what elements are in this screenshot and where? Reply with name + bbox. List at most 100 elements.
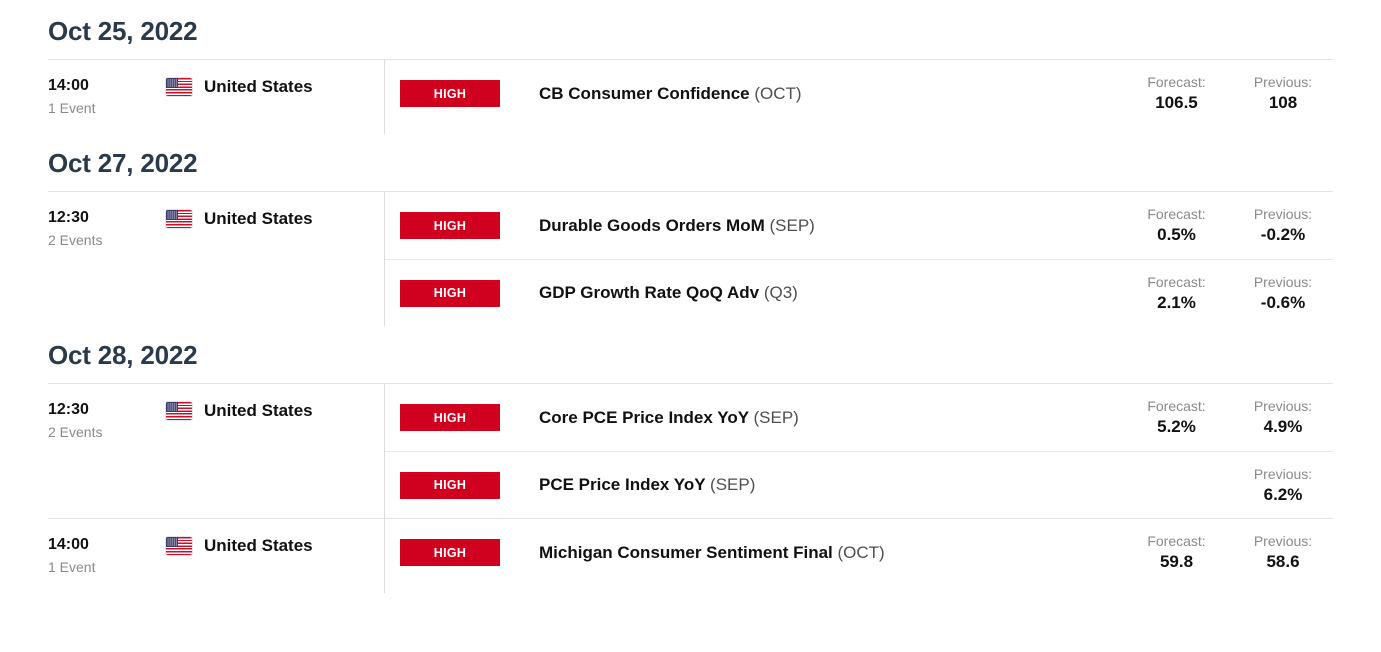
previous-cell: Previous: 6.2% bbox=[1233, 465, 1333, 506]
event-row: HIGHPCE Price Index YoY (SEP)Forecast:Fo… bbox=[385, 451, 1333, 518]
country-name: United States bbox=[204, 209, 313, 228]
date-group: Oct 27, 2022 12:30 2 Events United States HI… bbox=[48, 134, 1333, 326]
date-group-header: Oct 25, 2022 bbox=[48, 16, 198, 46]
time-block: 12:30 2 Events bbox=[48, 208, 166, 250]
event-time: 14:00 bbox=[48, 536, 89, 553]
event-name-text: PCE Price Index YoY bbox=[539, 475, 706, 494]
event-period: (OCT) bbox=[754, 83, 802, 103]
event-period: (OCT) bbox=[837, 542, 885, 562]
event-name-text: CB Consumer Confidence bbox=[539, 83, 750, 103]
forecast-cell: Forecast: 106.5 bbox=[1120, 73, 1233, 114]
event-period: (Q3) bbox=[763, 283, 798, 302]
previous-value: -0.6% bbox=[1260, 292, 1306, 312]
event-values: Forecast:Forecast: Previous: 6.2% bbox=[1120, 465, 1333, 506]
forecast-cell: Forecast:Forecast: bbox=[1120, 465, 1233, 506]
previous-label: Previous: bbox=[1253, 398, 1313, 414]
previous-cell: Previous: -0.6% bbox=[1233, 273, 1333, 314]
country-block: United States bbox=[166, 208, 313, 229]
previous-cell: Previous: 58.6 bbox=[1233, 532, 1333, 573]
previous-value: 108 bbox=[1268, 93, 1298, 112]
forecast-label: Forecast: bbox=[1147, 533, 1206, 549]
flag-canton bbox=[166, 78, 178, 88]
forecast-value: 0.5% bbox=[1157, 225, 1196, 244]
previous-label: Previous: bbox=[1253, 465, 1313, 482]
event-values: Forecast: 2.1% Previous: -0.6% bbox=[1120, 273, 1333, 314]
event-name[interactable]: CB Consumer Confidence (OCT) bbox=[500, 84, 1120, 104]
event-values: Forecast: 0.5% Previous: -0.2% bbox=[1120, 205, 1333, 246]
event-name-text: GDP Growth Rate QoQ Adv bbox=[539, 283, 760, 302]
row-meta: 12:30 2 Events United States bbox=[48, 192, 385, 326]
event-name-text: Durable Goods Orders MoM bbox=[539, 215, 765, 235]
time-block: 12:30 2 Events bbox=[48, 400, 166, 442]
united-states-flag-icon bbox=[166, 210, 192, 228]
impact-badge[interactable]: HIGH bbox=[400, 539, 500, 566]
country-name: United States bbox=[204, 401, 313, 420]
event-time: 12:30 bbox=[48, 209, 89, 226]
event-time: 12:30 bbox=[48, 401, 89, 418]
event-name[interactable]: Durable Goods Orders MoM (SEP) bbox=[500, 216, 1120, 236]
country-block: United States bbox=[166, 400, 313, 421]
event-count: 2 Events bbox=[48, 424, 103, 440]
event-list: HIGH CB Consumer Confidence (OCT) Forecast… bbox=[385, 60, 1333, 134]
row-meta: 12:30 2 Events United States bbox=[48, 384, 385, 518]
forecast-value: 2.1% bbox=[1157, 292, 1196, 312]
event-count: 2 Events bbox=[48, 232, 103, 248]
previous-cell: Previous: -0.2% bbox=[1233, 205, 1333, 246]
event-list: HIGH Michigan Consumer Sentiment Final (O… bbox=[385, 519, 1333, 593]
country-block: United States bbox=[166, 535, 313, 556]
previous-label: Previous: bbox=[1253, 206, 1313, 222]
event-values: Forecast: 106.5 Previous: 108 bbox=[1120, 73, 1333, 114]
event-period: (SEP) bbox=[753, 407, 799, 427]
impact-badge[interactable]: HIGH bbox=[400, 80, 500, 107]
event-row: HIGH CB Consumer Confidence (OCT) Forecast… bbox=[385, 60, 1333, 127]
previous-value: 58.6 bbox=[1266, 552, 1300, 571]
country-row: 12:30 2 Events United States HIGH Durable Go… bbox=[48, 192, 1333, 326]
event-time: 14:00 bbox=[48, 77, 89, 94]
event-name[interactable]: PCE Price Index YoY (SEP) bbox=[500, 475, 1120, 495]
event-list: HIGH Durable Goods Orders MoM (SEP) Foreca… bbox=[385, 192, 1333, 326]
country-row: 14:00 1 Event United States HIGH Michigan Co… bbox=[48, 519, 1333, 593]
event-row: HIGH GDP Growth Rate QoQ Adv (Q3) Forecast… bbox=[385, 259, 1333, 326]
event-count: 1 Event bbox=[48, 559, 96, 575]
flag-canton bbox=[166, 210, 178, 220]
event-values: Forecast: 59.8 Previous: 58.6 bbox=[1120, 532, 1333, 573]
united-states-flag-icon bbox=[166, 537, 192, 555]
date-group-body: 12:30 2 Events United States HIGH Core PCE P… bbox=[48, 383, 1333, 593]
event-name[interactable]: GDP Growth Rate QoQ Adv (Q3) bbox=[500, 283, 1120, 303]
event-name[interactable]: Michigan Consumer Sentiment Final (OCT) bbox=[500, 543, 1120, 563]
impact-badge[interactable]: HIGH bbox=[400, 471, 500, 499]
event-row: HIGH Michigan Consumer Sentiment Final (O… bbox=[385, 519, 1333, 586]
event-row: HIGH Core PCE Price Index YoY (SEP) Foreca… bbox=[385, 384, 1333, 451]
previous-value: 6.2% bbox=[1263, 484, 1303, 504]
date-group-header: Oct 28, 2022 bbox=[48, 340, 198, 370]
flag-canton bbox=[166, 402, 178, 412]
date-group: Oct 25, 2022 14:00 1 Event United States HIG… bbox=[48, 0, 1333, 134]
forecast-label: Forecast: bbox=[1147, 206, 1206, 222]
forecast-label: Forecast: bbox=[1147, 74, 1206, 90]
forecast-label: Forecast: bbox=[1147, 273, 1206, 290]
flag-canton bbox=[166, 537, 178, 547]
impact-badge[interactable]: HIGH bbox=[400, 212, 500, 239]
time-block: 14:00 1 Event bbox=[48, 76, 166, 118]
impact-badge[interactable]: HIGH bbox=[400, 404, 500, 431]
time-block: 14:00 1 Event bbox=[48, 535, 166, 577]
event-count: 1 Event bbox=[48, 100, 96, 116]
previous-cell: Previous: 4.9% bbox=[1233, 397, 1333, 438]
country-name: United States bbox=[204, 77, 313, 96]
previous-value: 4.9% bbox=[1263, 417, 1303, 436]
event-name[interactable]: Core PCE Price Index YoY (SEP) bbox=[500, 408, 1120, 428]
event-values: Forecast: 5.2% Previous: 4.9% bbox=[1120, 397, 1333, 438]
forecast-label: Forecast: bbox=[1147, 398, 1206, 414]
united-states-flag-icon bbox=[166, 78, 192, 96]
previous-label: Previous: bbox=[1253, 74, 1313, 90]
event-name-text: Michigan Consumer Sentiment Final bbox=[539, 542, 833, 562]
previous-cell: Previous: 108 bbox=[1233, 73, 1333, 114]
impact-badge[interactable]: HIGH bbox=[400, 279, 500, 307]
date-group: Oct 28, 2022 12:30 2 Events United States HI… bbox=[48, 326, 1333, 593]
date-group-header: Oct 27, 2022 bbox=[48, 148, 198, 178]
event-period: (SEP) bbox=[710, 475, 756, 494]
date-group-body: 14:00 1 Event United States HIGH CB Consumer… bbox=[48, 59, 1333, 134]
forecast-value: 106.5 bbox=[1155, 93, 1198, 112]
event-period: (SEP) bbox=[769, 215, 815, 235]
forecast-cell: Forecast: 2.1% bbox=[1120, 273, 1233, 314]
